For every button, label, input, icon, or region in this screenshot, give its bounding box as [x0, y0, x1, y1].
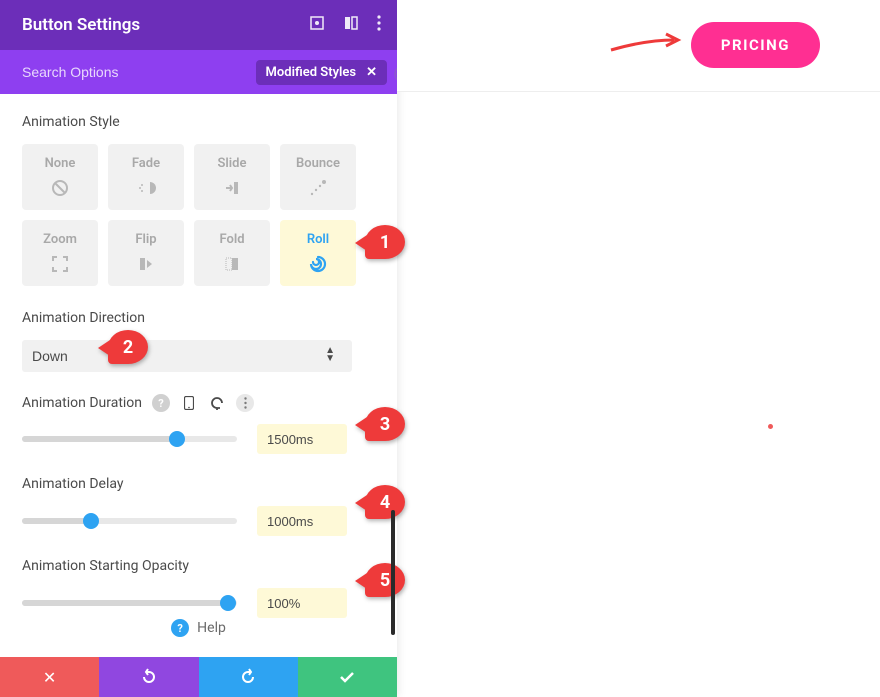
opacity-slider[interactable] [22, 600, 237, 606]
zoom-icon [49, 253, 71, 275]
pricing-button[interactable]: PRICING [691, 22, 820, 68]
style-zoom[interactable]: Zoom [22, 220, 98, 286]
options-dots-icon[interactable] [236, 394, 254, 412]
help-icon[interactable]: ? [152, 394, 170, 412]
animation-style-label: Animation Style [22, 114, 375, 130]
redo-button[interactable] [199, 657, 298, 697]
animation-direction-label: Animation Direction [22, 310, 375, 326]
slide-icon [221, 177, 243, 199]
style-fade[interactable]: Fade [108, 144, 184, 210]
annotation-arrow-icon [606, 30, 686, 60]
animation-style-grid: None Fade Slide Bounce Zoom Flip Fold Ro… [22, 144, 375, 286]
callout-4: 4 [365, 485, 405, 519]
style-slide[interactable]: Slide [194, 144, 270, 210]
style-roll[interactable]: Roll [280, 220, 356, 286]
shadow-divider [391, 510, 395, 635]
animation-delay-label: Animation Delay [22, 476, 375, 492]
animation-duration-label: Animation Duration [22, 395, 142, 411]
delay-slider[interactable] [22, 518, 237, 524]
duration-input[interactable] [257, 424, 347, 454]
panel-title: Button Settings [22, 15, 140, 35]
filter-tag[interactable]: Modified Styles ✕ [256, 60, 387, 85]
style-none[interactable]: None [22, 144, 98, 210]
help-label: Help [197, 620, 226, 636]
search-bar: Modified Styles ✕ [0, 50, 397, 94]
help-link[interactable]: ? Help [0, 619, 397, 637]
callout-2: 2 [108, 330, 148, 364]
flip-icon [135, 253, 157, 275]
fade-icon [135, 177, 157, 199]
opacity-input[interactable] [257, 588, 347, 618]
style-fold[interactable]: Fold [194, 220, 270, 286]
cancel-button[interactable]: ✕ [0, 657, 99, 697]
delay-input[interactable] [257, 506, 347, 536]
animation-direction-select[interactable]: Down [22, 340, 352, 372]
expand-icon[interactable] [309, 15, 325, 35]
panel-footer: ✕ [0, 657, 397, 697]
style-flip[interactable]: Flip [108, 220, 184, 286]
roll-icon [307, 253, 329, 275]
callout-1: 1 [365, 225, 405, 259]
filter-tag-label: Modified Styles [266, 65, 357, 80]
layout-icon[interactable] [343, 15, 359, 35]
ban-icon [49, 177, 71, 199]
fold-icon [221, 253, 243, 275]
animation-opacity-label: Animation Starting Opacity [22, 558, 375, 574]
search-input[interactable] [22, 64, 202, 80]
dot-indicator [768, 424, 773, 429]
close-icon[interactable]: ✕ [366, 65, 377, 80]
phone-icon[interactable] [180, 394, 198, 412]
panel-header: Button Settings [0, 0, 397, 50]
undo-button[interactable] [99, 657, 198, 697]
duration-slider[interactable] [22, 436, 237, 442]
reset-icon[interactable] [208, 394, 226, 412]
style-bounce[interactable]: Bounce [280, 144, 356, 210]
menu-dots-icon[interactable] [377, 15, 381, 35]
settings-panel: Button Settings Modified Styles ✕ Animat… [0, 0, 397, 697]
callout-3: 3 [365, 407, 405, 441]
bounce-icon [307, 177, 329, 199]
callout-5: 5 [365, 563, 405, 597]
help-icon: ? [171, 619, 189, 637]
save-button[interactable] [298, 657, 397, 697]
